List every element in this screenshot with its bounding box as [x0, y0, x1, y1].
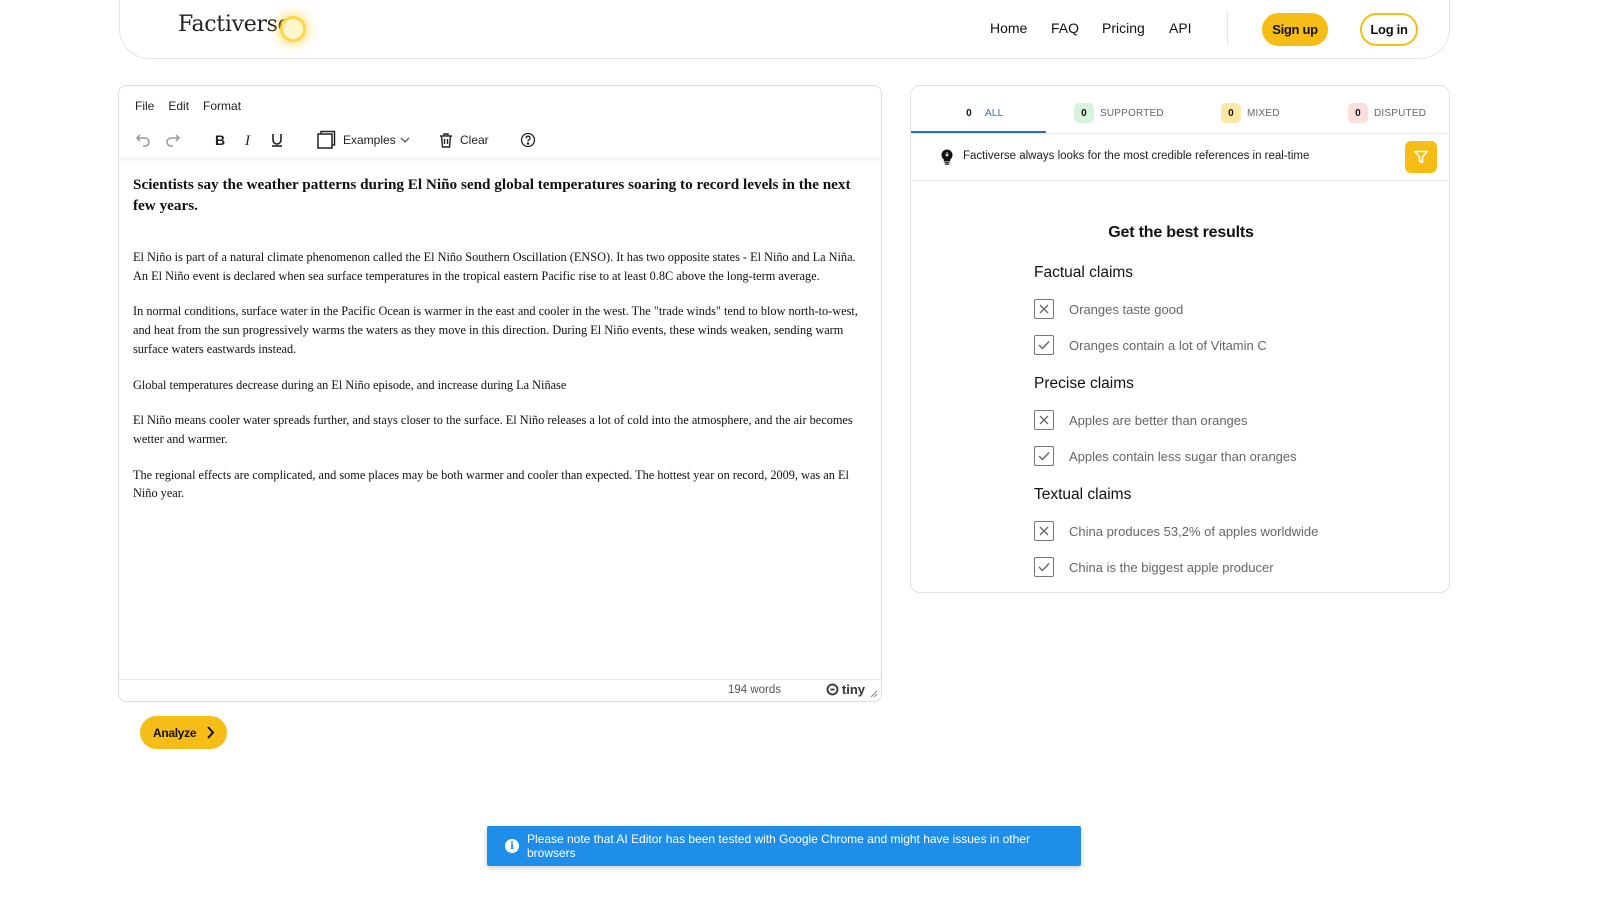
claim-text: China is the biggest apple producer: [1069, 559, 1274, 575]
help-button[interactable]: [516, 126, 540, 154]
results-panel: 0 ALL 0 SUPPORTED 0 MIXED 0 DISPUTED Fac…: [910, 85, 1450, 593]
tab-label: DISPUTED: [1374, 107, 1427, 119]
tab-all[interactable]: 0 ALL: [959, 103, 1003, 123]
text-editor: File Edit Format B I Examples Clear Scie…: [118, 85, 882, 702]
tab-label: ALL: [985, 107, 1004, 119]
info-text: Factiverse always looks for the most cre…: [963, 150, 1310, 162]
x-box-icon: [1034, 299, 1054, 319]
chevron-right-icon: [207, 726, 215, 739]
chevron-down-icon: [400, 137, 410, 143]
underline-button[interactable]: [265, 126, 289, 154]
bold-icon: B: [215, 132, 225, 148]
nav-pricing[interactable]: Pricing: [1102, 20, 1145, 36]
nav-divider: [1227, 12, 1228, 46]
paragraph: Global temperatures decrease during an E…: [133, 377, 567, 392]
word-count[interactable]: 194 words: [728, 684, 781, 696]
undo-icon: [135, 134, 150, 147]
tab-disputed[interactable]: 0 DISPUTED: [1348, 103, 1426, 123]
claim-text: Apples contain less sugar than oranges: [1069, 448, 1297, 464]
resize-handle-icon[interactable]: [870, 690, 878, 698]
category-title: Textual claims: [1034, 486, 1132, 503]
editor-content[interactable]: Scientists say the weather patterns duri…: [133, 174, 867, 520]
tab-mixed[interactable]: 0 MIXED: [1221, 103, 1280, 123]
examples-label: Examples: [343, 133, 396, 147]
tiny-logo[interactable]: tiny: [826, 682, 865, 697]
best-results-title: Get the best results: [1108, 224, 1254, 241]
sun-logo-icon: [283, 19, 303, 39]
login-button[interactable]: Log in: [1360, 13, 1418, 46]
trash-icon: [440, 132, 452, 148]
claim-text: China produces 53,2% of apples worldwide: [1069, 523, 1319, 539]
bold-button[interactable]: B: [208, 126, 232, 154]
active-tab-indicator: [911, 131, 1046, 133]
svg-text:I: I: [244, 133, 251, 148]
help-icon: [520, 132, 536, 148]
svg-text:B: B: [215, 132, 225, 148]
claim-item: China is the biggest apple producer: [1034, 557, 1274, 577]
category-title: Precise claims: [1034, 375, 1134, 392]
top-header: Factiverse Home FAQ Pricing API Sign up …: [119, 0, 1450, 59]
check-box-icon: [1034, 557, 1054, 577]
check-box-icon: [1034, 335, 1054, 355]
claim-item: Apples are better than oranges: [1034, 410, 1248, 430]
undo-button[interactable]: [131, 126, 155, 154]
menu-file[interactable]: File: [135, 99, 154, 113]
redo-icon: [166, 134, 181, 147]
toast-text: Please note that AI Editor has been test…: [526, 832, 1030, 860]
tab-label: SUPPORTED: [1100, 107, 1164, 119]
article-heading: Scientists say the weather patterns duri…: [133, 176, 851, 214]
lightbulb-icon: [941, 149, 953, 165]
menu-edit[interactable]: Edit: [168, 99, 189, 113]
italic-button[interactable]: I: [236, 126, 260, 154]
claim-text: Oranges contain a lot of Vitamin C: [1069, 337, 1267, 353]
filter-icon: [1414, 150, 1428, 164]
filter-button[interactable]: [1405, 141, 1437, 173]
tab-count: 0: [1221, 103, 1241, 123]
tab-supported[interactable]: 0 SUPPORTED: [1074, 103, 1164, 123]
claim-item: Apples contain less sugar than oranges: [1034, 446, 1297, 466]
paragraph: In normal conditions, surface water in t…: [133, 304, 858, 356]
category-title: Factual claims: [1034, 264, 1134, 281]
check-box-icon: [1034, 446, 1054, 466]
x-box-icon: [1034, 521, 1054, 541]
tiny-label: tiny: [841, 682, 865, 697]
menu-format[interactable]: Format: [203, 99, 241, 113]
paragraph: The regional effects are complicated, an…: [133, 467, 849, 501]
nav-api[interactable]: API: [1169, 20, 1192, 36]
claim-tabs: 0 ALL 0 SUPPORTED 0 MIXED 0 DISPUTED: [911, 86, 1449, 134]
claim-item: Oranges taste good: [1034, 299, 1183, 319]
underline-icon: [272, 134, 282, 147]
claim-item: Oranges contain a lot of Vitamin C: [1034, 335, 1267, 355]
paragraph: El Niño is part of a natural climate phe…: [133, 250, 856, 283]
clear-button[interactable]: Clear: [439, 126, 495, 154]
signup-button[interactable]: Sign up: [1262, 13, 1328, 46]
analyze-button[interactable]: Analyze: [140, 716, 227, 749]
browser-notice-toast: i Please note that AI Editor has been te…: [487, 826, 1081, 866]
nav-faq[interactable]: FAQ: [1051, 20, 1079, 36]
analyze-label: Analyze: [153, 725, 197, 740]
x-box-icon: [1034, 410, 1054, 430]
claim-text: Apples are better than oranges: [1069, 412, 1248, 428]
editor-statusbar: 194 words tiny: [119, 679, 881, 701]
logo-text[interactable]: Factiverse: [178, 12, 291, 37]
paragraph: El Niño means cooler water spreads furth…: [133, 413, 853, 446]
examples-dropdown[interactable]: Examples: [316, 126, 412, 154]
info-bar: Factiverse always looks for the most cre…: [911, 134, 1449, 181]
info-icon: i: [505, 839, 519, 853]
tab-count: 0: [959, 103, 979, 123]
editor-menubar: File Edit Format: [135, 99, 255, 113]
tab-count: 0: [1074, 103, 1094, 123]
italic-icon: I: [244, 133, 251, 148]
tab-count: 0: [1348, 103, 1368, 123]
nav-home[interactable]: Home: [990, 20, 1027, 36]
claim-item: China produces 53,2% of apples worldwide: [1034, 521, 1318, 541]
tiny-icon: [826, 683, 839, 696]
copy-icon: [317, 130, 336, 149]
clear-label: Clear: [460, 133, 489, 147]
redo-button[interactable]: [161, 126, 185, 154]
claim-text: Oranges taste good: [1069, 301, 1184, 317]
editor-toolbar: B I Examples Clear: [119, 122, 881, 158]
tab-label: MIXED: [1247, 107, 1280, 119]
